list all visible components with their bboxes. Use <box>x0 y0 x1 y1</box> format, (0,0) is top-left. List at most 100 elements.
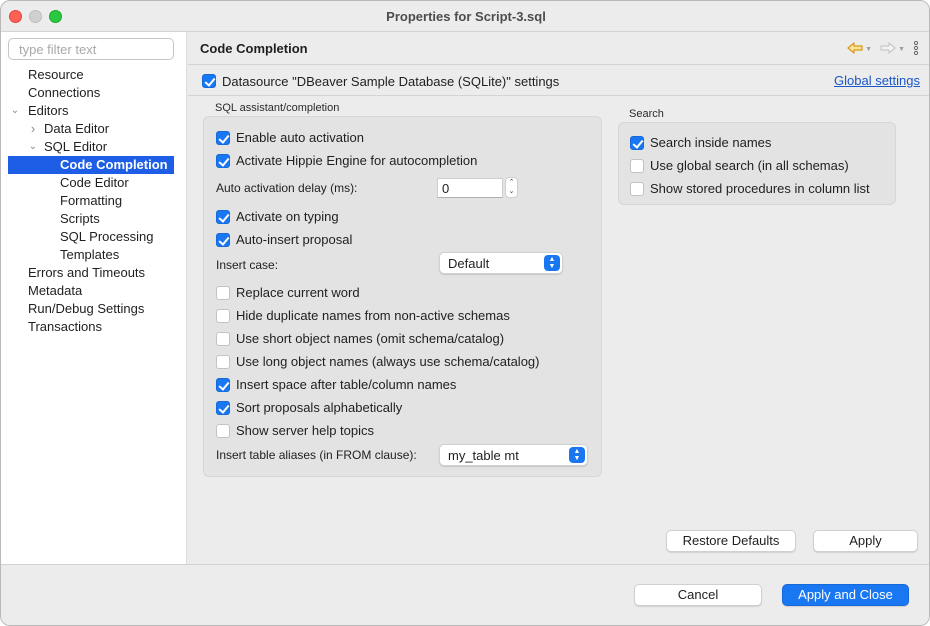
sidebar-item-label: Metadata <box>28 283 83 298</box>
global-settings-link[interactable]: Global settings <box>834 73 920 88</box>
sidebar-item-label: Code Completion <box>60 157 168 172</box>
insert-table-aliases-value: my_table mt <box>448 448 519 463</box>
sidebar-item-run-debug-settings[interactable]: Run/Debug Settings <box>1 300 187 318</box>
title-bar: Properties for Script-3.sql <box>1 1 929 32</box>
auto-insert-proposal-label: Auto-insert proposal <box>236 232 353 247</box>
sidebar-item-label: Scripts <box>60 211 100 226</box>
select-arrows-icon: ▲ ▼ <box>569 447 585 463</box>
replace-current-word-checkbox[interactable] <box>216 286 230 300</box>
sidebar-item-resource[interactable]: Resource <box>1 66 187 84</box>
filter-input[interactable] <box>8 38 174 60</box>
insert-space-after-table-column-names-checkbox[interactable] <box>216 378 230 392</box>
sidebar-item-label: Transactions <box>28 319 102 334</box>
sidebar-item-metadata[interactable]: Metadata <box>1 282 187 300</box>
forward-arrow-icon[interactable] <box>880 42 896 57</box>
show-server-help-topics-label: Show server help topics <box>236 423 375 438</box>
delay-stepper[interactable]: ⌃ ⌄ <box>505 177 518 198</box>
sidebar-item-sql-processing[interactable]: SQL Processing <box>1 228 187 246</box>
sidebar-item-connections[interactable]: Connections <box>1 84 187 102</box>
use-global-search-in-all-schemas-label: Use global search (in all schemas) <box>650 158 849 173</box>
apply-button[interactable]: Apply <box>813 530 918 552</box>
sidebar-item-data-editor[interactable]: › Data Editor <box>1 120 187 138</box>
back-dropdown-icon[interactable]: ▼ <box>865 46 872 53</box>
chevron-down-icon[interactable]: ⌄ <box>10 102 20 120</box>
window-title: Properties for Script-3.sql <box>386 9 546 24</box>
sort-proposals-alphabetically-label: Sort proposals alphabetically <box>236 400 403 415</box>
sql-assistant-group: Enable auto activation Activate Hippie E… <box>203 116 602 477</box>
chevron-down-icon[interactable]: ⌄ <box>28 138 38 156</box>
sidebar-item-transactions[interactable]: Transactions <box>1 318 187 336</box>
insert-space-after-table-column-names-label: Insert space after table/column names <box>236 377 457 392</box>
insert-table-aliases-select[interactable]: my_table mt ▲ ▼ <box>439 444 588 466</box>
activate-on-typing-label: Activate on typing <box>236 209 339 224</box>
sql-assistant-group-title: SQL assistant/completion <box>215 102 340 114</box>
datasource-settings-label: Datasource "DBeaver Sample Database (SQL… <box>222 74 560 89</box>
select-arrows-icon: ▲ ▼ <box>544 255 560 271</box>
more-options-icon[interactable] <box>913 40 919 58</box>
datasource-settings-checkbox[interactable] <box>202 74 216 88</box>
auto-insert-proposal-checkbox[interactable] <box>216 233 230 247</box>
back-arrow-icon[interactable] <box>847 42 863 57</box>
use-long-object-names-always-use-schema-catalog-label: Use long object names (always use schema… <box>236 354 540 369</box>
properties-dialog: Properties for Script-3.sql Resource Conn… <box>0 0 930 626</box>
sidebar-item-label: Resource <box>28 67 84 82</box>
auto-activation-delay-input[interactable] <box>437 178 503 198</box>
sidebar-item-label: Run/Debug Settings <box>28 301 145 316</box>
sidebar-item-sql-editor[interactable]: ⌄ SQL Editor <box>1 138 187 156</box>
sidebar-item-errors-and-timeouts[interactable]: Errors and Timeouts <box>1 264 187 282</box>
hippie-engine-label: Activate Hippie Engine for autocompletio… <box>236 153 478 168</box>
sidebar-item-code-editor[interactable]: Code Editor <box>1 174 187 192</box>
show-stored-procedures-in-column-list-checkbox[interactable] <box>630 182 644 196</box>
page-header: Code Completion ▼ ▼ <box>188 32 929 65</box>
search-group-title: Search <box>629 108 664 120</box>
hide-duplicate-names-from-non-active-schemas-label: Hide duplicate names from non-active sch… <box>236 308 510 323</box>
restore-defaults-button[interactable]: Restore Defaults <box>666 530 796 552</box>
enable-auto-activation-checkbox[interactable] <box>216 131 230 145</box>
hide-duplicate-names-from-non-active-schemas-checkbox[interactable] <box>216 309 230 323</box>
sidebar-item-label: Templates <box>60 247 120 262</box>
sidebar-item-editors[interactable]: ⌄ Editors <box>1 102 187 120</box>
use-short-object-names-omit-schema-catalog-label: Use short object names (omit schema/cata… <box>236 331 505 346</box>
insert-case-label: Insert case: <box>216 258 279 272</box>
sidebar-item-label: Data Editor <box>44 121 110 136</box>
stepper-down-icon[interactable]: ⌄ <box>506 187 517 196</box>
datasource-settings-row: Datasource "DBeaver Sample Database (SQL… <box>188 66 929 96</box>
insert-table-aliases-label: Insert table aliases (in FROM clause): <box>216 448 417 462</box>
auto-activation-delay-label: Auto activation delay (ms): <box>216 181 358 195</box>
activate-on-typing-checkbox[interactable] <box>216 210 230 224</box>
insert-case-value: Default <box>448 256 490 271</box>
search-group: Search inside names Use global search (in… <box>618 122 896 205</box>
sidebar-item-label: SQL Editor <box>44 139 108 154</box>
hippie-engine-checkbox[interactable] <box>216 154 230 168</box>
sidebar-item-label: Connections <box>28 85 101 100</box>
replace-current-word-label: Replace current word <box>236 285 360 300</box>
apply-and-close-button[interactable]: Apply and Close <box>782 584 909 606</box>
page-nav-toolbar: ▼ ▼ <box>847 40 919 58</box>
sidebar-item-label: Editors <box>28 103 69 118</box>
insert-case-select[interactable]: Default ▲ ▼ <box>439 252 563 274</box>
stepper-up-icon[interactable]: ⌃ <box>506 178 517 187</box>
chevron-right-icon[interactable]: › <box>28 120 38 138</box>
sidebar-item-code-completion[interactable]: Code Completion <box>8 156 174 174</box>
page-title: Code Completion <box>200 41 308 56</box>
preferences-sidebar: ResourceConnections⌄Editors›Data Editor⌄… <box>1 32 187 564</box>
search-inside-names-label: Search inside names <box>650 135 772 150</box>
use-short-object-names-omit-schema-catalog-checkbox[interactable] <box>216 332 230 346</box>
sidebar-item-label: Code Editor <box>60 175 129 190</box>
sidebar-item-templates[interactable]: Templates <box>1 246 187 264</box>
use-long-object-names-always-use-schema-catalog-checkbox[interactable] <box>216 355 230 369</box>
forward-dropdown-icon[interactable]: ▼ <box>898 46 905 53</box>
cancel-button[interactable]: Cancel <box>634 584 762 606</box>
dialog-footer: Cancel Apply and Close <box>1 564 929 625</box>
show-stored-procedures-in-column-list-label: Show stored procedures in column list <box>650 181 870 196</box>
sidebar-item-scripts[interactable]: Scripts <box>1 210 187 228</box>
show-server-help-topics-checkbox[interactable] <box>216 424 230 438</box>
sidebar-item-label: SQL Processing <box>60 229 154 244</box>
sidebar-item-label: Formatting <box>60 193 123 208</box>
sort-proposals-alphabetically-checkbox[interactable] <box>216 401 230 415</box>
use-global-search-in-all-schemas-checkbox[interactable] <box>630 159 644 173</box>
sidebar-item-formatting[interactable]: Formatting <box>1 192 187 210</box>
enable-auto-activation-label: Enable auto activation <box>236 130 364 145</box>
preference-page: Code Completion ▼ ▼ Datasource "DBeaver … <box>188 32 929 564</box>
search-inside-names-checkbox[interactable] <box>630 136 644 150</box>
